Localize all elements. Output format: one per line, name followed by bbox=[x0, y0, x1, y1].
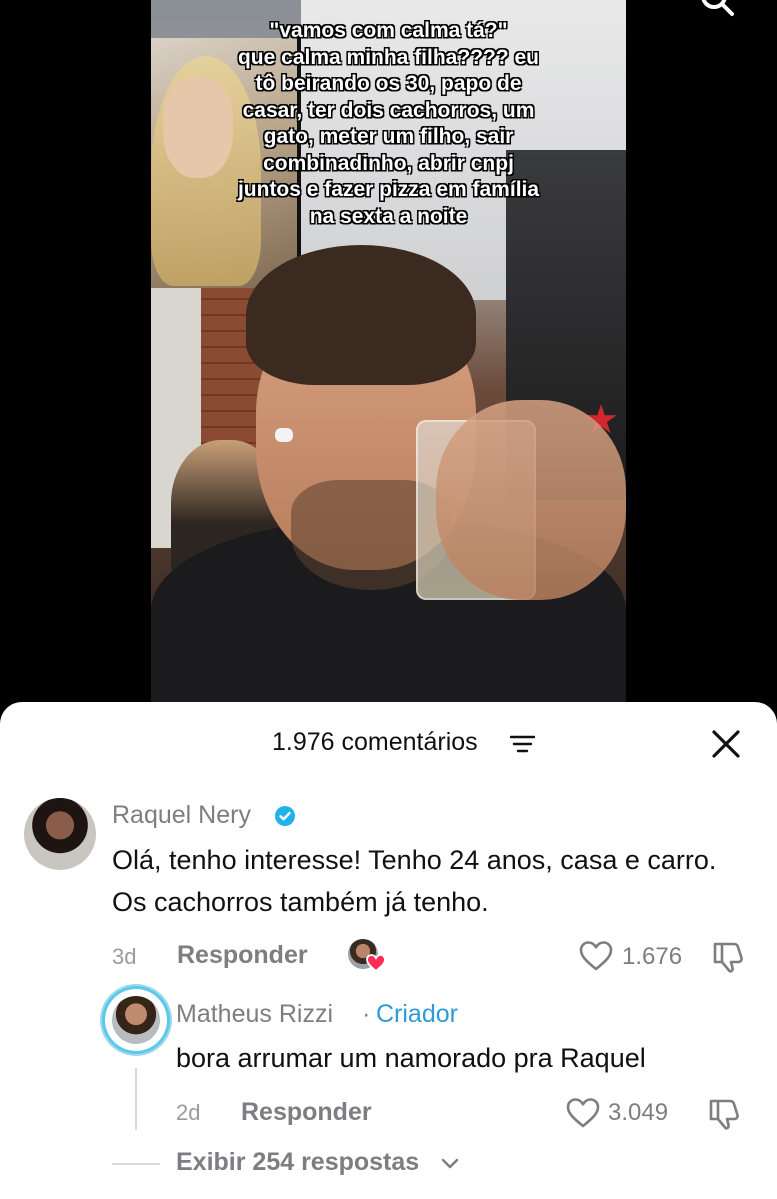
caption-line: tô beirando os 30, papo de bbox=[255, 72, 522, 95]
dislike-icon[interactable] bbox=[711, 940, 745, 974]
caption-line: combinadinho, abrir cnpj bbox=[263, 151, 514, 175]
dislike-icon[interactable] bbox=[707, 1097, 741, 1131]
reply-text: bora arrumar um namorado pra Raquel bbox=[176, 1043, 646, 1073]
like-count: 1.676 bbox=[622, 943, 683, 970]
caption-line: na sexta a noite bbox=[309, 204, 468, 228]
close-icon[interactable] bbox=[708, 726, 744, 762]
filter-lines-icon[interactable] bbox=[510, 734, 535, 754]
verified-badge-icon bbox=[275, 806, 295, 826]
video-caption-overlay: "vamos com calma tá?" que calma minha fi… bbox=[151, 18, 626, 230]
comment-username[interactable]: Raquel Nery bbox=[112, 801, 251, 830]
comment-time: 3d bbox=[112, 944, 137, 969]
reply-button[interactable]: Responder bbox=[177, 941, 308, 970]
chevron-down-icon[interactable] bbox=[440, 1157, 460, 1171]
reply-username[interactable]: Matheus Rizzi bbox=[176, 1000, 333, 1029]
creator-liked-badge bbox=[348, 939, 388, 973]
caption-line: gato, meter um filho, sair bbox=[263, 125, 514, 148]
heart-outline-icon[interactable] bbox=[566, 1097, 600, 1129]
comments-header: 1.976 comentários bbox=[0, 726, 777, 764]
heart-badge-icon bbox=[366, 954, 386, 972]
search-icon[interactable] bbox=[700, 0, 736, 18]
caption-line: que calma minha filha???? eu bbox=[237, 45, 540, 69]
like-count: 3.049 bbox=[608, 1099, 669, 1126]
caption-line: juntos e fazer pizza em família bbox=[237, 178, 540, 201]
caption-line: "vamos com calma tá?" bbox=[269, 19, 508, 42]
avatar[interactable] bbox=[24, 798, 96, 870]
video-player[interactable]: ★ "vamos com calma tá?" que calma minha … bbox=[0, 0, 777, 710]
creator-avatar[interactable] bbox=[105, 989, 167, 1051]
comments-count-title: 1.976 comentários bbox=[272, 728, 478, 756]
view-replies-button[interactable]: Exibir 254 respostas bbox=[176, 1148, 419, 1177]
comment-text: Olá, tenho interesse! Tenho 24 anos, cas… bbox=[112, 845, 717, 917]
thread-line bbox=[135, 1068, 137, 1130]
replies-divider bbox=[112, 1163, 160, 1165]
heart-outline-icon[interactable] bbox=[579, 940, 613, 972]
creator-badge: Criador bbox=[376, 1000, 458, 1028]
reply-separator: · bbox=[362, 1000, 371, 1028]
caption-line: casar, ter dois cachorros, um bbox=[242, 98, 535, 122]
reply-button[interactable]: Responder bbox=[241, 1098, 372, 1127]
reply-time: 2d bbox=[176, 1100, 201, 1125]
